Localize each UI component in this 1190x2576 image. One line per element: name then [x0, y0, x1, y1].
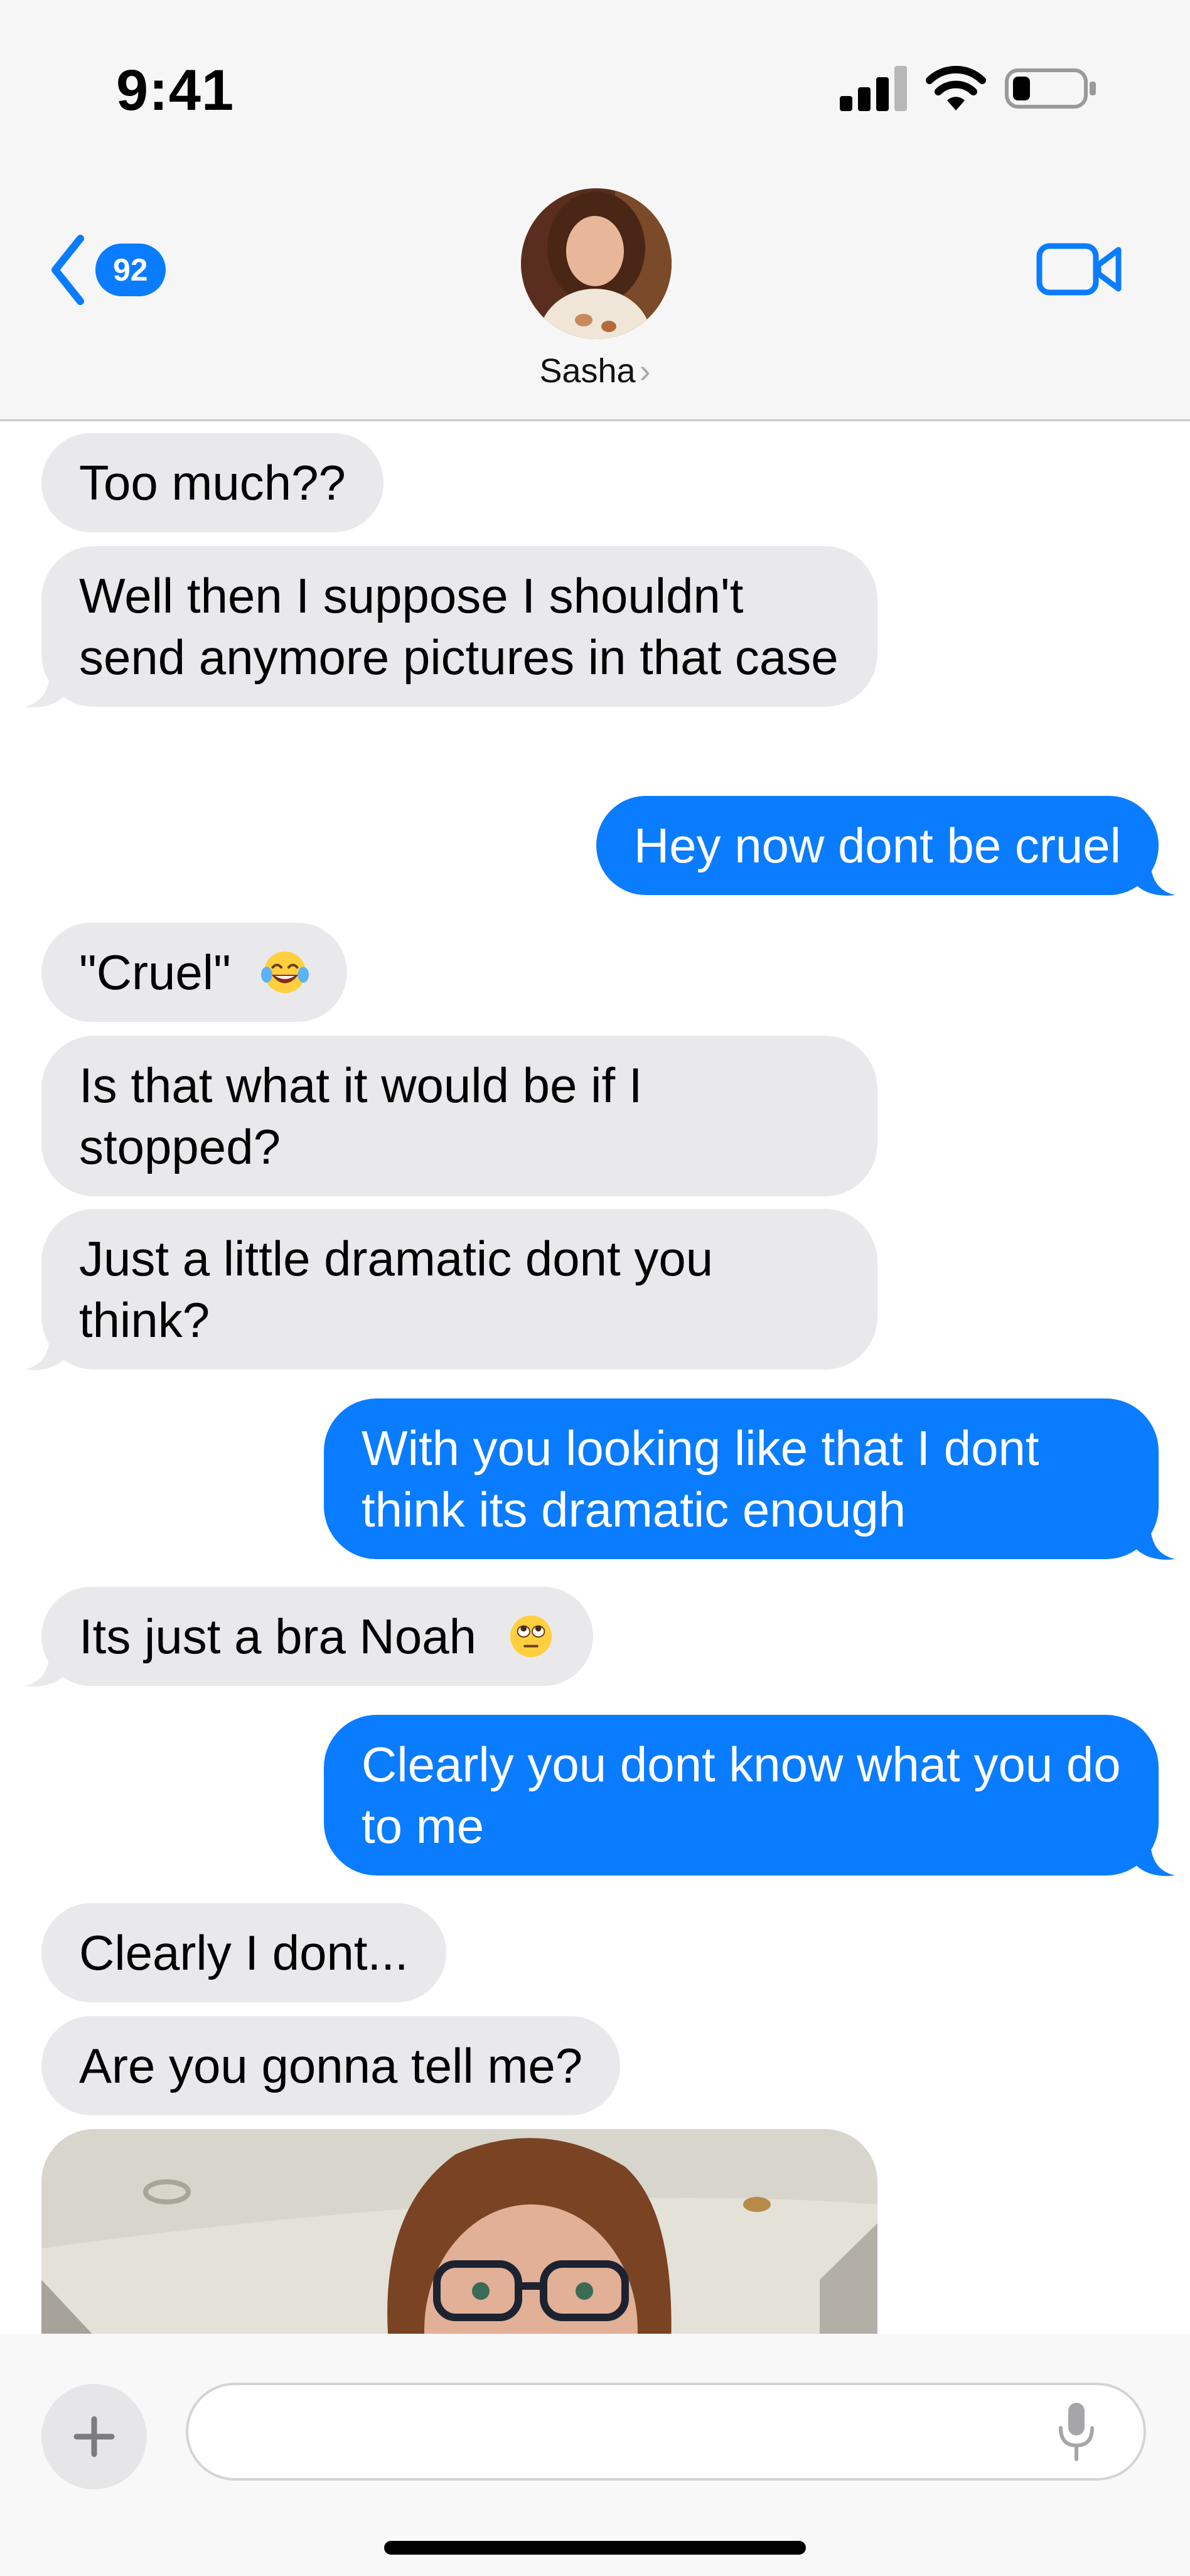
incoming-message[interactable]: Are you gonna tell me?	[41, 2016, 621, 2115]
incoming-message[interactable]: Clearly I dont...	[41, 1903, 446, 2002]
chevron-right-icon: ›	[639, 352, 651, 390]
incoming-message[interactable]: "Cruel"	[41, 923, 348, 1022]
unread-count-badge: 92	[95, 244, 166, 296]
wifi-icon	[926, 65, 986, 110]
message-text: With you looking like that I dont think …	[362, 1420, 1039, 1537]
home-indicator[interactable]	[384, 2541, 806, 2555]
battery-icon	[1005, 68, 1096, 109]
laughing-tears-emoji	[261, 951, 309, 994]
message-text: "Cruel"	[79, 945, 231, 1000]
eye-roll-emoji	[510, 1615, 552, 1658]
bubble-tail	[1131, 1516, 1175, 1560]
message-text: Are you gonna tell me?	[79, 2038, 583, 2093]
bubble-tail	[25, 664, 69, 707]
message-thread[interactable]: Too much?? Well then I suppose I shouldn…	[0, 419, 1190, 2334]
microphone-icon[interactable]	[1054, 2400, 1098, 2463]
incoming-message[interactable]: Its just a bra Noah	[25, 1587, 593, 1687]
contact-name-button[interactable]: Sasha ›	[0, 352, 1190, 390]
message-text: Too much??	[79, 455, 346, 510]
status-time: 9:41	[116, 58, 235, 122]
message-text: Clearly I dont...	[79, 1925, 409, 1980]
chevron-left-icon	[51, 235, 84, 305]
message-text: Its just a bra Noah	[79, 1609, 476, 1664]
contact-avatar[interactable]	[521, 188, 672, 339]
outgoing-message[interactable]: With you looking like that I dont think …	[324, 1398, 1175, 1560]
back-button[interactable]: 92	[49, 232, 166, 308]
cellular-signal-icon	[840, 66, 907, 111]
incoming-message[interactable]: Just a little dramatic dont you think?	[25, 1209, 877, 1370]
status-bar: 9:41	[0, 0, 1190, 169]
message-text: Well then I suppose I shouldn't send any…	[79, 568, 839, 685]
bubble-tail	[1131, 1833, 1175, 1876]
outgoing-message[interactable]: Clearly you dont know what you do to me	[324, 1715, 1175, 1876]
conversation-header: 92 Sasha ›	[0, 169, 1190, 421]
outgoing-message[interactable]: Hey now dont be cruel	[596, 796, 1175, 896]
message-input[interactable]	[186, 2383, 1146, 2481]
message-text: Is that what it would be if I stopped?	[79, 1058, 643, 1174]
photo-message[interactable]	[41, 2129, 877, 2334]
message-text: Clearly you dont know what you do to me	[362, 1737, 1121, 1854]
bubble-tail	[25, 1643, 69, 1687]
video-camera-icon[interactable]	[1036, 237, 1123, 300]
bubble-tail	[1131, 852, 1175, 896]
incoming-message[interactable]: Is that what it would be if I stopped?	[41, 1036, 877, 1196]
message-text: Just a little dramatic dont you think?	[79, 1231, 714, 1348]
message-composer	[0, 2334, 1190, 2576]
incoming-message[interactable]: Too much??	[41, 433, 383, 532]
plus-icon	[73, 2416, 115, 2457]
contact-name: Sasha	[539, 352, 636, 390]
incoming-message[interactable]: Well then I suppose I shouldn't send any…	[25, 546, 877, 707]
message-text: Hey now dont be cruel	[633, 818, 1121, 873]
bubble-tail	[25, 1327, 69, 1370]
add-attachment-button[interactable]	[41, 2384, 147, 2489]
